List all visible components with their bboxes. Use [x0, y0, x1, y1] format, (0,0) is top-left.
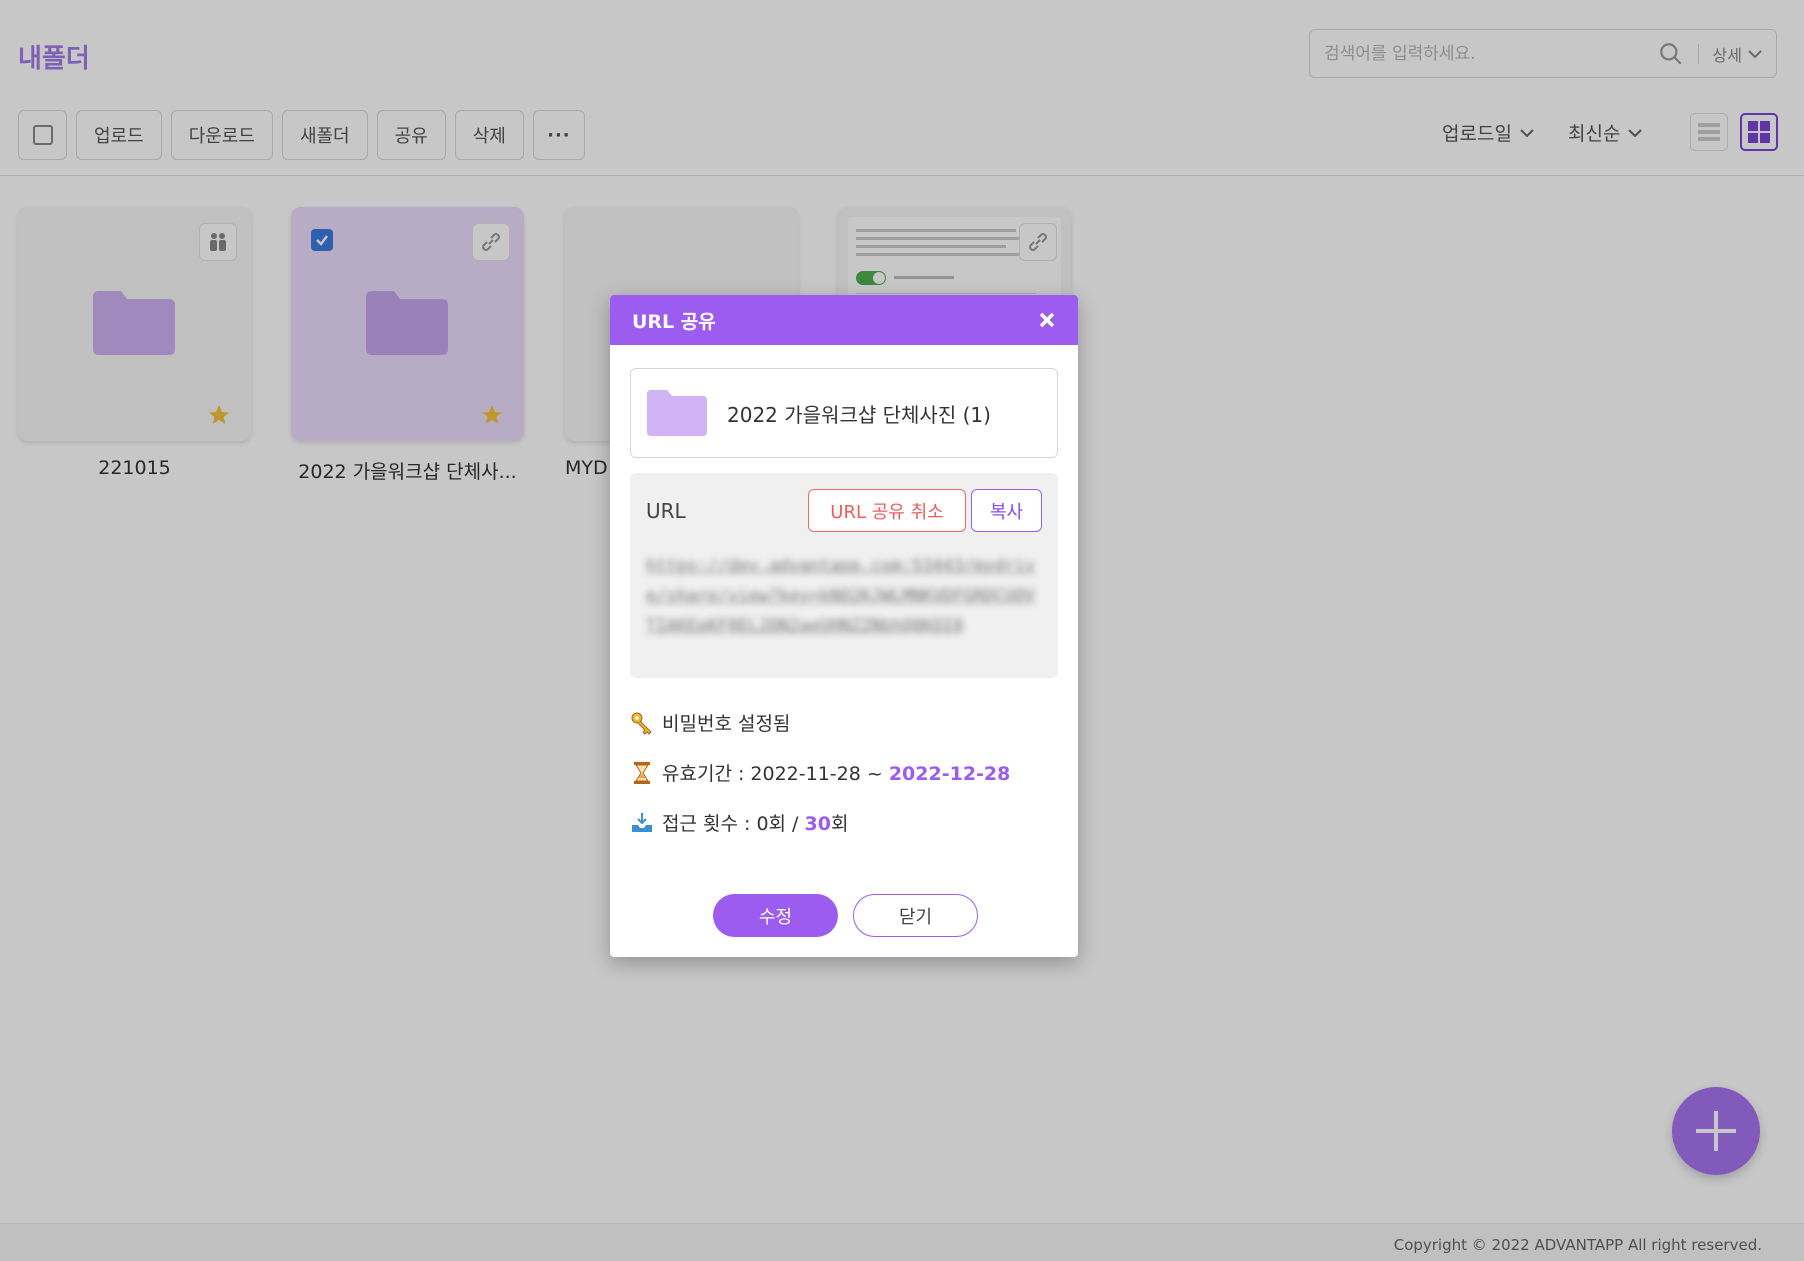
inbox-tray-icon	[632, 812, 652, 832]
access-max: 30	[804, 813, 831, 835]
modal-title: URL 공유	[632, 310, 716, 333]
folder-icon	[647, 390, 707, 436]
access-used: 0회 /	[756, 813, 805, 835]
share-url-text[interactable]: https://dev.advantapp.com:53443/mydrive/…	[646, 551, 1044, 661]
access-label: 접근 횟수 :	[662, 813, 757, 835]
validity-period-row: 유효기간 : 2022-11-28 ~ 2022-12-28	[630, 759, 1010, 786]
password-status-row: 비밀번호 설정됨	[630, 709, 790, 736]
modal-header: URL 공유	[610, 295, 1078, 345]
close-icon[interactable]	[1038, 311, 1056, 329]
password-status-text: 비밀번호 설정됨	[662, 713, 791, 735]
validity-start: 2022-11-28	[750, 763, 861, 785]
hourglass-icon	[634, 761, 650, 784]
shared-file-box: 2022 가을워크샵 단체사진 (1)	[630, 368, 1058, 458]
validity-end: 2022-12-28	[888, 763, 1011, 785]
url-label: URL	[646, 499, 686, 523]
key-icon	[631, 712, 652, 735]
access-count-row: 접근 횟수 : 0회 / 30회	[630, 809, 848, 836]
url-box: URL URL 공유 취소 복사 https://dev.advantapp.c…	[630, 473, 1058, 678]
edit-button[interactable]: 수정	[713, 894, 838, 937]
copy-url-button[interactable]: 복사	[971, 489, 1042, 532]
validity-label: 유효기간 :	[662, 763, 751, 785]
cancel-url-share-button[interactable]: URL 공유 취소	[808, 489, 966, 532]
validity-separator: ~	[860, 763, 889, 785]
url-share-modal: URL 공유 2022 가을워크샵 단체사진 (1) URL URL 공유 취소…	[610, 295, 1078, 957]
close-button[interactable]: 닫기	[853, 894, 978, 937]
shared-file-name: 2022 가을워크샵 단체사진 (1)	[727, 402, 991, 427]
access-unit: 회	[830, 813, 849, 835]
